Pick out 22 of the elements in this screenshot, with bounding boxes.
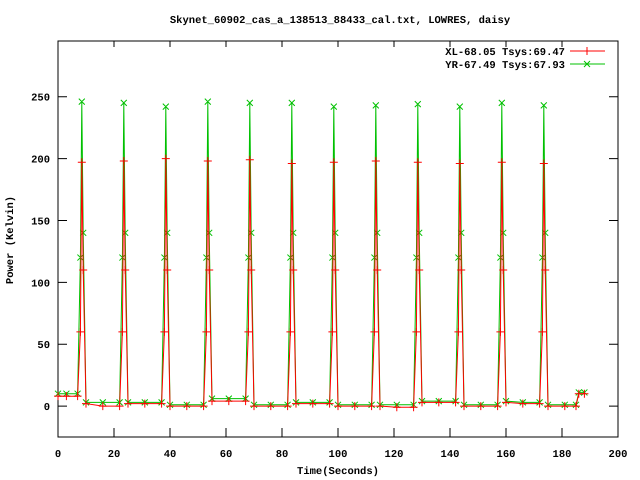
- y-axis-label: Power (Kelvin): [5, 196, 17, 284]
- tick-label: 60: [220, 449, 232, 461]
- tick-label: 20: [108, 449, 120, 461]
- tick-label: 100: [31, 278, 50, 290]
- tick-label: 160: [496, 449, 516, 461]
- tick-label: 40: [164, 449, 176, 461]
- tick-label: 0: [44, 402, 50, 414]
- tick-label: 50: [37, 340, 50, 352]
- tick-label: 120: [384, 449, 404, 461]
- legend-label: XL-68.05 Tsys:69.47: [445, 47, 565, 59]
- tick-label: 80: [276, 449, 288, 461]
- tick-label: 200: [608, 449, 628, 461]
- chart-title: Skynet_60902_cas_a_138513_88433_cal.txt, LOWRES, daisy: [170, 15, 510, 27]
- x-axis-label: Time(Seconds): [297, 466, 379, 478]
- tick-label: 0: [54, 449, 62, 461]
- legend-label: YR-67.49 Tsys:67.93: [445, 60, 565, 72]
- tick-label: 180: [552, 449, 572, 461]
- tick-label: 150: [31, 216, 50, 228]
- tick-label: 250: [31, 92, 50, 105]
- tick-label: 100: [328, 449, 348, 461]
- tick-label: 200: [31, 154, 50, 167]
- tick-label: 140: [440, 449, 460, 461]
